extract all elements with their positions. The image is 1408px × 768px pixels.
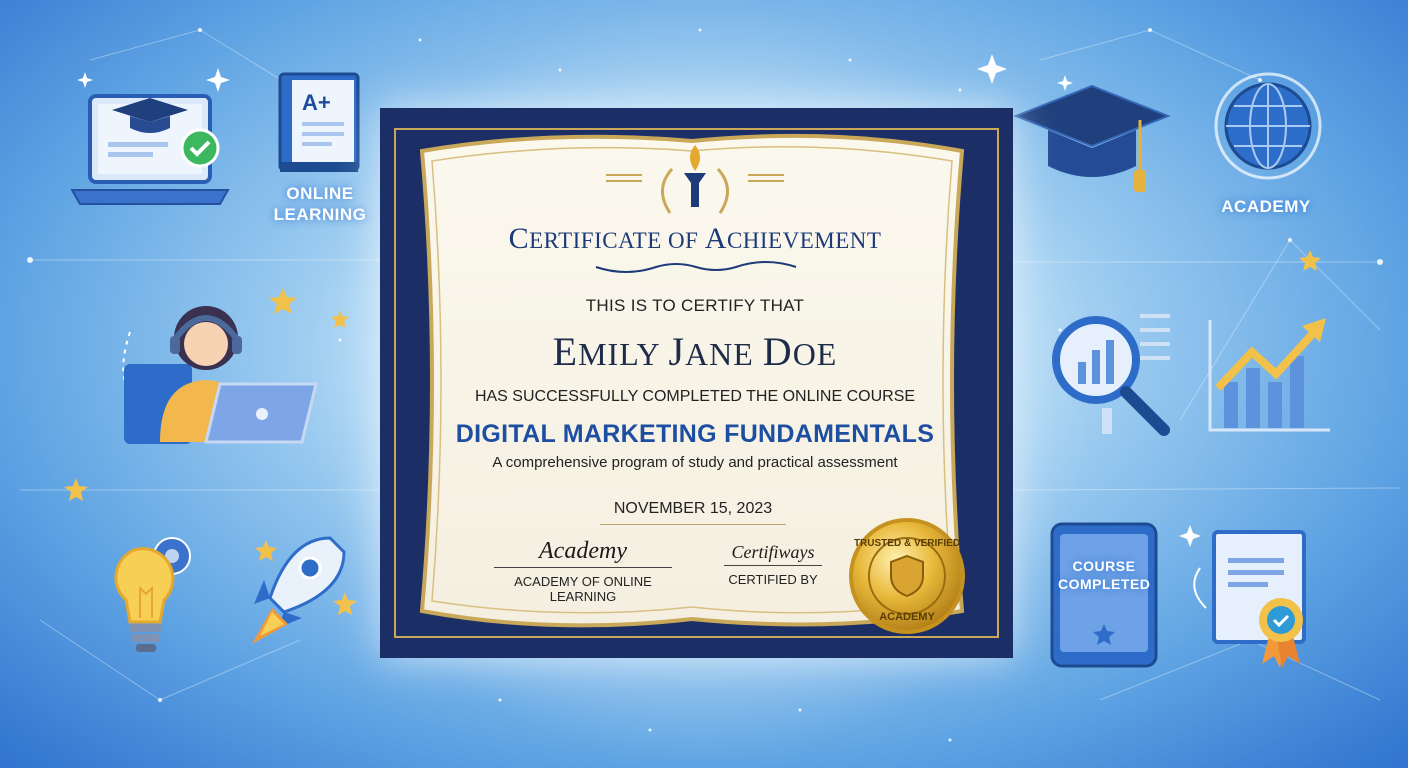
- certificate-date: NOVEMBER 15, 2023: [600, 500, 786, 525]
- rocket-icon: [240, 528, 350, 663]
- signature-certified: Certifiways CERTIFIED BY: [724, 542, 822, 587]
- academy-label: ACADEMY: [1221, 197, 1311, 216]
- signature-certified-script: Certifiways: [731, 542, 815, 562]
- seal-text-top: TRUSTED & VERIFIED: [854, 538, 960, 549]
- signature-academy-script: Academy: [539, 538, 627, 564]
- course-name: DIGITAL MARKETING FUNDAMENTALS: [455, 420, 935, 448]
- tablet-course-completed-icon: [1048, 520, 1160, 675]
- certificate-ribbon-icon: [1188, 528, 1318, 673]
- laptop-graduation-icon: [68, 90, 238, 225]
- student-laptop-icon: [110, 292, 320, 457]
- seal-text-bottom: ACADEMY: [879, 611, 935, 623]
- certify-line: THIS IS TO CERTIFY THAT: [585, 296, 805, 315]
- trusted-verified-seal: TRUSTED & VERIFIED ACADEMY: [849, 518, 965, 634]
- certificate-title: CERTIFICATE OF ACHIEVEMENT: [508, 222, 882, 255]
- globe-icon: [1212, 68, 1327, 188]
- signature-academy-label: ACADEMY OF ONLINE LEARNING: [494, 567, 672, 604]
- course-completed-label: COURSE COMPLETED: [1058, 558, 1151, 592]
- book-grade-icon: A+: [276, 70, 366, 185]
- completed-line: HAS SUCCESSFULLY COMPLETED THE ONLINE CO…: [474, 388, 916, 405]
- lightbulb-gear-icon: [92, 528, 202, 673]
- magnifier-chart-icon: [1040, 308, 1180, 445]
- course-description: A comprehensive program of study and pra…: [492, 454, 898, 471]
- online-learning-label: ONLINE LEARNING: [273, 184, 367, 224]
- graduation-cap-icon: [1012, 82, 1172, 202]
- growth-chart-icon: [1200, 312, 1335, 442]
- recipient-name: EMILY JANE DOE: [552, 329, 838, 374]
- signature-academy: Academy ACADEMY OF ONLINE LEARNING: [494, 538, 672, 604]
- signature-certified-label: CERTIFIED BY: [724, 565, 822, 587]
- book-grade-text: A+: [302, 90, 331, 115]
